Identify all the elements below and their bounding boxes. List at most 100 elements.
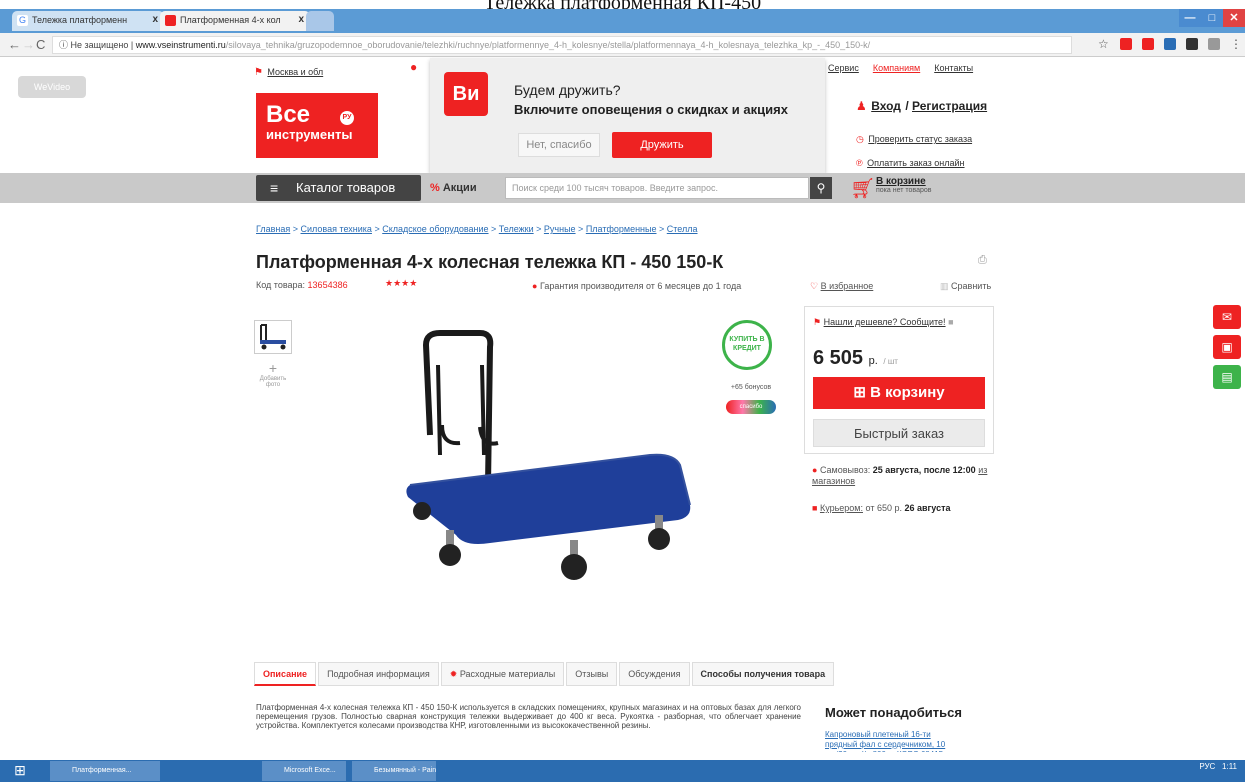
hamburger-icon: ≡	[270, 180, 279, 196]
clock-icon: ◷	[856, 134, 864, 144]
favorites-button[interactable]: ♡ В избранное	[810, 281, 873, 292]
contacts-link[interactable]: Контакты	[934, 63, 973, 73]
tab-discussions[interactable]: Обсуждения	[619, 662, 690, 686]
catalog-button[interactable]: ≡ Каталог товаров	[256, 175, 421, 201]
service-link[interactable]: Сервис	[828, 63, 859, 73]
breadcrumb-warehouse[interactable]: Складское оборудование	[382, 224, 488, 234]
breadcrumb-brand[interactable]: Стелла	[667, 224, 698, 234]
new-tab-button[interactable]	[306, 11, 334, 31]
clock[interactable]: 1:11	[1222, 762, 1237, 771]
courier-label[interactable]: Курьером:	[820, 503, 863, 513]
extension-1-icon[interactable]	[1120, 38, 1132, 50]
maximize-icon[interactable]: □	[1201, 9, 1223, 27]
tab-delivery-methods[interactable]: Способы получения товара	[691, 662, 835, 686]
print-icon[interactable]: ⎙	[978, 254, 987, 267]
pay-online-link[interactable]: Оплатить заказ онлайн	[867, 158, 964, 168]
tab-details[interactable]: Подробная информация	[318, 662, 439, 686]
breadcrumb-home[interactable]: Главная	[256, 224, 290, 234]
tab-2-label: Платформенная 4-х кол	[180, 15, 281, 25]
wevideo-button[interactable]: WeVideo	[18, 76, 86, 98]
extension-4-icon[interactable]	[1186, 38, 1198, 50]
cart-icon: 🛒︎	[850, 178, 876, 200]
product-tabs: Описание Подробная информация ✹ Расходны…	[254, 662, 894, 688]
chat-icon[interactable]: ▤	[1213, 365, 1241, 389]
search-input[interactable]: Поиск среди 100 тысяч товаров. Введите з…	[505, 177, 809, 199]
notification-popup: Ви Будем дружить? Включите оповещения о …	[430, 58, 825, 173]
region-selector[interactable]: ⚑ Москва и обл	[254, 62, 323, 80]
reload-icon[interactable]: C	[36, 37, 45, 52]
user-icon: ♟	[856, 99, 867, 113]
taskbar-app-2[interactable]	[170, 761, 210, 781]
compare-label: Сравнить	[951, 281, 992, 291]
tab-1-close-icon[interactable]: x	[152, 11, 158, 29]
quick-order-button[interactable]: Быстрый заказ	[813, 419, 985, 447]
site-logo[interactable]: Все инструменты РУ	[256, 93, 378, 158]
tab-consumables[interactable]: ✹ Расходные материалы	[440, 662, 565, 686]
pickup-label: Самовывоз:	[819, 465, 871, 475]
breadcrumb-platform[interactable]: Платформенные	[586, 224, 657, 234]
logo-word-2: инструменты	[266, 127, 353, 142]
product-thumbnail[interactable]	[254, 320, 292, 354]
taskbar-excel[interactable]: Microsoft Exce...	[262, 761, 346, 781]
windows-start-icon[interactable]: ⊞	[6, 762, 34, 780]
tab-description[interactable]: Описание	[254, 662, 317, 686]
promo-menu[interactable]: % Акции	[430, 175, 477, 201]
cart-icon: ⊞	[853, 384, 871, 401]
header-cart[interactable]: 🛒︎ В корзине пока нет товаров	[850, 176, 932, 200]
browser-tab-1[interactable]: G Тележка платформенн x	[12, 11, 164, 31]
logo-ru-badge: РУ	[340, 111, 354, 125]
found-cheaper-link[interactable]: ⚑ Нашли дешевле? Сообщите! ■	[813, 317, 954, 328]
code-value: 13654386	[307, 280, 348, 290]
courier-date: 26 августа	[904, 503, 951, 513]
language-indicator[interactable]: РУС	[1199, 762, 1215, 771]
side-widgets: ✉ ▣ ▤	[1213, 305, 1241, 395]
tab-reviews[interactable]: Отзывы	[566, 662, 618, 686]
menu-dots-icon[interactable]: ⋮	[1230, 38, 1242, 50]
breadcrumb-manual[interactable]: Ручные	[544, 224, 576, 234]
extension-2-icon[interactable]	[1142, 38, 1154, 50]
region-link[interactable]: Москва и обл	[267, 67, 323, 77]
mail-icon[interactable]: ✉	[1213, 305, 1241, 329]
thumbnail-cart-image	[260, 324, 286, 350]
add-photo-button[interactable]: + Добавить фото	[254, 360, 292, 388]
add-to-cart-button[interactable]: ⊞ В корзину	[813, 377, 985, 409]
browser-tab-2[interactable]: Платформенная 4-х кол x	[160, 11, 310, 31]
document-title: Тележка платформенная КП-450	[0, 0, 1245, 9]
windows-taskbar: ⊞ Платформенная... Microsoft Exce... Без…	[0, 760, 1245, 782]
check-status-link[interactable]: Проверить статус заказа	[868, 134, 972, 144]
product-image[interactable]	[390, 315, 720, 590]
flag-icon: ⚑	[254, 67, 263, 78]
extension-5-icon[interactable]	[1208, 38, 1220, 50]
company-link[interactable]: Компаниям	[873, 63, 920, 73]
breadcrumb-power[interactable]: Силовая техника	[301, 224, 372, 234]
maybe-needed-link[interactable]: Капроновый плетеный 16-ти прядный фал с …	[825, 730, 965, 752]
credit-badge[interactable]: КУПИТЬ В КРЕДИТ	[722, 320, 772, 370]
accept-button[interactable]: Дружить	[612, 132, 712, 158]
login-link[interactable]: Вход	[871, 99, 901, 113]
back-icon[interactable]: ←	[8, 37, 21, 52]
system-tray: РУС 1:11	[1199, 762, 1237, 771]
close-window-icon[interactable]: ✕	[1223, 9, 1245, 27]
forward-icon[interactable]: →	[22, 37, 35, 52]
gift-icon[interactable]: ▣	[1213, 335, 1241, 359]
minimize-icon[interactable]: —	[1179, 9, 1201, 27]
search-icon[interactable]: ⚲	[810, 177, 832, 199]
rating-stars[interactable]: ★★★★	[385, 278, 417, 289]
decline-button[interactable]: Нет, спасибо	[518, 133, 600, 157]
cart-subtitle: пока нет товаров	[876, 187, 932, 194]
bookmark-star-icon[interactable]: ☆	[1098, 38, 1110, 50]
taskbar-chrome[interactable]: Платформенная...	[50, 761, 160, 781]
extension-3-icon[interactable]	[1164, 38, 1176, 50]
tab-2-close-icon[interactable]: x	[298, 11, 304, 29]
courier-info: ■ Курьером: от 650 р. 26 августа	[812, 503, 992, 513]
code-label: Код товара:	[256, 280, 306, 290]
compare-button[interactable]: ▥ Сравнить	[940, 281, 991, 292]
taskbar-folder-icon[interactable]	[216, 761, 256, 781]
plus-icon: +	[268, 360, 278, 376]
bonus-label: +65 бонусов	[730, 384, 772, 391]
taskbar-paint[interactable]: Безымянный - Paint	[352, 761, 436, 781]
register-link[interactable]: Регистрация	[912, 99, 987, 113]
top-links: Сервис Компаниям Контакты	[828, 63, 973, 73]
breadcrumb-trolleys[interactable]: Тележки	[499, 224, 534, 234]
url-bar[interactable]: ⓘ Не защищено | www.vseinstrumenti.ru/si…	[52, 36, 1072, 54]
